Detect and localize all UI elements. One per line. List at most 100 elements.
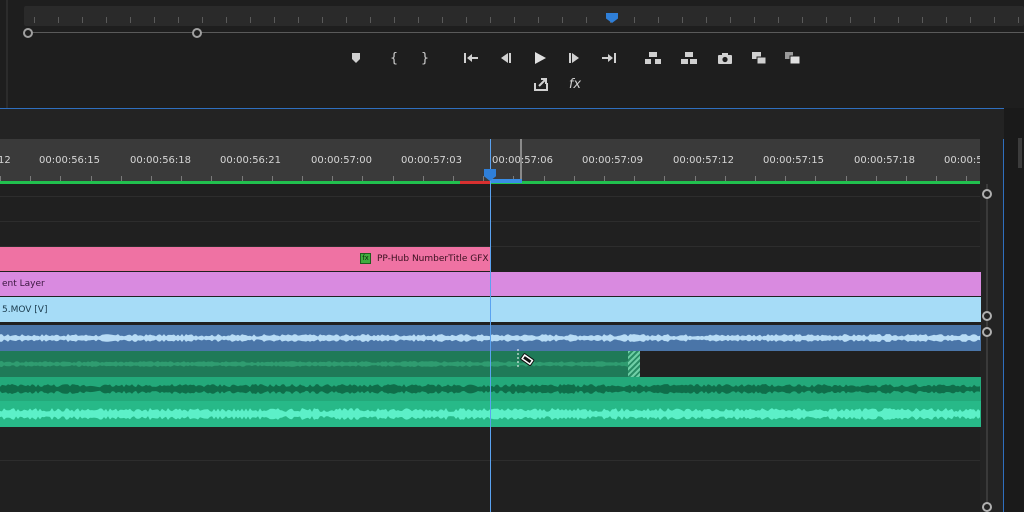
timecode-label: 00:00:56:18	[130, 155, 192, 166]
ruler-tick	[154, 17, 155, 23]
ruler-tick	[1018, 17, 1019, 23]
ruler-tick	[34, 17, 35, 23]
step-back-button[interactable]	[492, 46, 518, 70]
timecode-label: 00:00:57:15	[763, 155, 825, 166]
mark-out-button[interactable]: }	[412, 46, 438, 70]
ruler-tick	[514, 17, 515, 23]
fx-badge-icon: fx	[360, 253, 371, 264]
vertical-scrollbar[interactable]	[980, 184, 994, 512]
ruler-tick	[442, 17, 443, 23]
timeline-header-space	[0, 109, 1004, 139]
ruler-tick	[898, 17, 899, 23]
scroll-handle-audio[interactable]	[982, 327, 992, 337]
timecode-label: 00:00:57:12	[673, 155, 735, 166]
ruler-tick	[778, 17, 779, 23]
ruler-tick	[370, 17, 371, 23]
go-to-in-button[interactable]	[458, 46, 484, 70]
transport-controls: { }	[340, 46, 820, 70]
playhead-line[interactable]	[490, 139, 491, 512]
step-back-icon	[501, 53, 511, 63]
ruler-tick	[178, 17, 179, 23]
ruler-tick	[874, 17, 875, 23]
mark-out-icon: }	[420, 50, 430, 66]
ruler-tick	[226, 17, 227, 23]
ruler-tick	[346, 17, 347, 23]
scroll-handle-top[interactable]	[982, 189, 992, 199]
scroll-handle-mid[interactable]	[982, 311, 992, 321]
fx-button[interactable]: fx	[562, 72, 588, 96]
monitor-zoom-scrollbar[interactable]	[28, 32, 1024, 33]
extract-button[interactable]	[676, 46, 702, 70]
mark-in-button[interactable]: {	[381, 46, 407, 70]
scroll-handle-bottom[interactable]	[982, 502, 992, 512]
play-button[interactable]	[527, 46, 553, 70]
ruler-tick	[730, 17, 731, 23]
timecode-label: 00:00:57:00	[311, 155, 373, 166]
ruler-tick	[922, 17, 923, 23]
step-forward-button[interactable]	[562, 46, 588, 70]
go-to-out-button[interactable]	[596, 46, 622, 70]
lift-icon	[645, 52, 661, 64]
clip-audio-2[interactable]	[0, 351, 640, 377]
marker-icon	[352, 53, 360, 63]
go-to-in-icon	[464, 53, 478, 63]
step-forward-icon	[569, 53, 579, 63]
extract-icon	[681, 52, 697, 64]
ruler-tick	[562, 17, 563, 23]
ruler-tick	[130, 17, 131, 23]
fx-icon: fx	[568, 76, 582, 92]
ruler-tick	[682, 17, 683, 23]
ruler-tick	[58, 17, 59, 23]
ruler-tick	[826, 17, 827, 23]
monitor-time-ruler[interactable]	[24, 6, 1024, 26]
add-marker-button[interactable]	[343, 46, 369, 70]
ruler-tick	[538, 17, 539, 23]
compare-view-icon	[752, 52, 767, 65]
timecode-label: 00:00:57:06	[492, 155, 554, 166]
panel-scrollbar[interactable]	[1018, 138, 1022, 168]
ruler-tick	[634, 17, 635, 23]
timecode-label: 00:00:56:15	[39, 155, 101, 166]
ruler-tick	[394, 17, 395, 23]
timeline-panel: 12 00:00:56:15 00:00:56:18 00:00:56:21 0…	[0, 108, 1004, 512]
clip-label: PP-Hub NumberTitle GFX	[377, 254, 489, 264]
ruler-tick	[802, 17, 803, 23]
camera-icon	[718, 52, 732, 64]
export-frame-button[interactable]	[712, 46, 738, 70]
zoom-handle-left[interactable]	[23, 28, 33, 38]
panel-divider	[6, 0, 8, 108]
timecode-label: 12	[0, 155, 11, 166]
ruler-tick	[706, 17, 707, 23]
timecode-label: 00:00:5	[944, 155, 980, 166]
clip-numbertitle-gfx[interactable]: fx PP-Hub NumberTitle GFX	[0, 247, 490, 271]
timecode-label: 00:00:56:21	[220, 155, 282, 166]
clip-label: 5.MOV [V]	[2, 304, 48, 315]
ruler-tick	[250, 17, 251, 23]
clip-label: ent Layer	[2, 279, 45, 289]
play-icon	[535, 52, 546, 64]
export-button[interactable]	[528, 72, 554, 96]
ruler-tick	[490, 17, 491, 23]
lift-button[interactable]	[640, 46, 666, 70]
ruler-tick	[322, 17, 323, 23]
multi-camera-button[interactable]	[780, 46, 806, 70]
ruler-tick	[970, 17, 971, 23]
zoom-handle-right[interactable]	[192, 28, 202, 38]
export-icon	[534, 78, 548, 91]
compare-view-button[interactable]	[746, 46, 772, 70]
premiere-editor: { } fx 12 00:00:56:15 00:00:56:18 00:00:…	[0, 0, 1024, 512]
audio-waveform	[0, 361, 640, 367]
ruler-tick	[466, 17, 467, 23]
clip-audio-2-transition[interactable]	[628, 351, 640, 377]
side-panel-edge	[1004, 108, 1024, 512]
secondary-controls: fx	[526, 72, 586, 96]
ruler-marker	[520, 139, 522, 183]
ruler-tick	[586, 17, 587, 23]
ruler-tick	[106, 17, 107, 23]
ruler-tick	[658, 17, 659, 23]
timecode-label: 00:00:57:09	[582, 155, 644, 166]
mark-in-icon: {	[389, 50, 399, 66]
program-monitor: { } fx	[0, 0, 1024, 108]
ruler-tick	[82, 17, 83, 23]
timecode-label: 00:00:57:03	[401, 155, 463, 166]
